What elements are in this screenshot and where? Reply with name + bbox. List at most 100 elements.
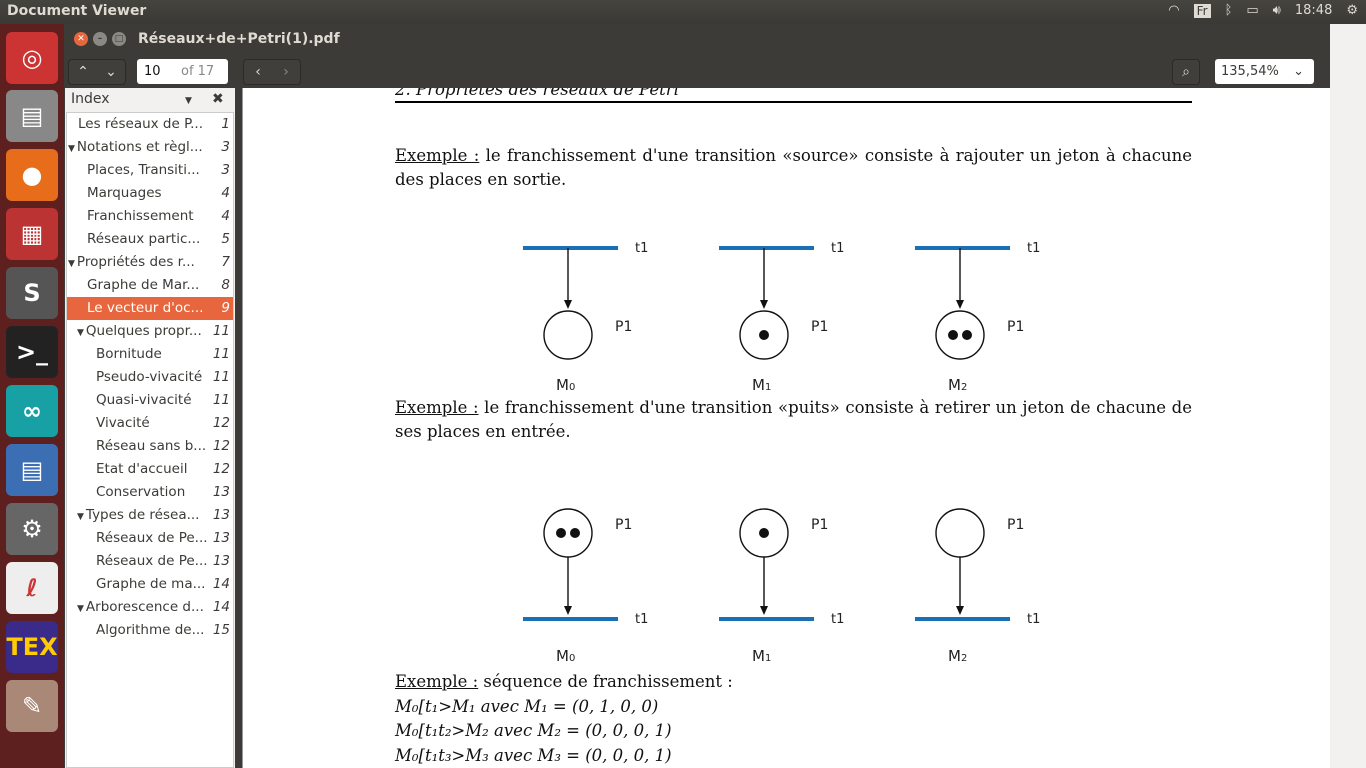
index-item-label: Les réseaux de P...: [78, 116, 204, 132]
expander-triangle-icon[interactable]: ▼: [77, 328, 84, 338]
system-monitor-icon[interactable]: ▦: [6, 208, 58, 260]
next-page-button[interactable]: ⌄: [97, 60, 125, 84]
sequence-line: M₀[t₁t₃>M₃ avec M₃ = (0, 0, 0, 1): [395, 745, 672, 765]
battery-icon[interactable]: ▭: [1246, 3, 1258, 18]
example-label: Exemple :: [395, 146, 480, 165]
arrowhead: [564, 300, 572, 309]
index-item-label: Quasi-vivacité: [96, 392, 192, 408]
sidebar-mode-label[interactable]: Index: [71, 91, 110, 107]
place-label: P1: [811, 319, 828, 335]
token: [948, 330, 958, 340]
writer-icon[interactable]: ▤: [6, 444, 58, 496]
index-item[interactable]: Conservation 13: [67, 481, 233, 504]
history-forward-button[interactable]: ›: [272, 60, 300, 84]
previous-page-button[interactable]: ⌃: [69, 60, 97, 84]
chevron-down-icon: ⌄: [1293, 64, 1304, 79]
page-number-input[interactable]: 10 of 17: [137, 59, 228, 84]
wifi-icon[interactable]: ◠: [1168, 3, 1179, 18]
background-window: [1330, 24, 1366, 768]
index-item[interactable]: Franchissement 4: [67, 205, 233, 228]
close-sidebar-icon[interactable]: ✖: [212, 91, 224, 107]
ubuntu-dash-icon[interactable]: ◎: [6, 32, 58, 84]
marking-label: M1: [752, 647, 771, 665]
index-item-page: 12: [212, 461, 230, 477]
index-item-page: 11: [212, 392, 230, 408]
index-item-page: 12: [212, 415, 230, 431]
expander-triangle-icon[interactable]: ▼: [68, 144, 75, 154]
index-item[interactable]: Marquages 4: [67, 182, 233, 205]
index-item[interactable]: Vivacité 12: [67, 412, 233, 435]
index-item[interactable]: Le vecteur d'oc... 9: [67, 297, 233, 320]
example-text: le franchissement d'une transition «puit…: [395, 398, 1192, 441]
example-2: Exemple : le franchissement d'une transi…: [395, 396, 1192, 444]
figure-sink-transition: t1 P1 M0 t1 P1 M1 t1 P1 M2: [523, 508, 1040, 665]
arduino-icon[interactable]: ∞: [6, 385, 58, 437]
index-item-label: Franchissement: [87, 208, 194, 224]
index-item-page: 1: [221, 116, 230, 132]
close-window-button[interactable]: ✕: [74, 32, 88, 46]
terminal-icon[interactable]: >_: [6, 326, 58, 378]
figure-source-transition: t1 P1 M0 t1 P1 M1 t1 P1 M2: [523, 241, 1040, 394]
system-settings-icon[interactable]: ⚙: [6, 503, 58, 555]
volume-icon[interactable]: 🔊︎: [1273, 3, 1281, 18]
expander-triangle-icon[interactable]: ▼: [77, 604, 84, 614]
index-item[interactable]: Places, Transiti... 3: [67, 159, 233, 182]
index-item[interactable]: Réseaux de Pe... 13: [67, 550, 233, 573]
maximize-button[interactable]: □: [112, 32, 126, 46]
page-current[interactable]: 10: [137, 64, 161, 79]
expander-triangle-icon[interactable]: ▼: [77, 512, 84, 522]
token: [759, 528, 769, 538]
index-item[interactable]: Réseaux de Pe... 13: [67, 527, 233, 550]
document-page: 2. Propriétés des réseaux de Petri Exemp…: [242, 88, 1330, 768]
expander-triangle-icon[interactable]: ▼: [68, 259, 75, 269]
index-item[interactable]: Pseudo-vivacité 11: [67, 366, 233, 389]
index-item-page: 3: [221, 162, 230, 178]
index-item[interactable]: ▼ Arborescence d... 14: [67, 596, 233, 619]
index-item[interactable]: ▼ Quelques propr... 11: [67, 320, 233, 343]
keyboard-layout-indicator[interactable]: Fr: [1193, 3, 1211, 18]
index-tree: Les réseaux de P... 1 ▼ Notations et règl..…: [66, 112, 234, 768]
gimp-icon[interactable]: ✎: [6, 680, 58, 732]
index-item[interactable]: Quasi-vivacité 11: [67, 389, 233, 412]
index-item[interactable]: Les réseaux de P... 1: [67, 113, 233, 136]
index-item[interactable]: Graphe de Mar... 8: [67, 274, 233, 297]
clock[interactable]: 18:48: [1295, 3, 1332, 18]
index-item[interactable]: Bornitude 11: [67, 343, 233, 366]
index-item[interactable]: Réseaux partic... 5: [67, 228, 233, 251]
transition-label: t1: [1027, 612, 1040, 627]
history-back-button[interactable]: ‹: [244, 60, 272, 84]
index-item-page: 4: [221, 208, 230, 224]
sublime-text-icon[interactable]: S: [6, 267, 58, 319]
app-title: Document Viewer: [7, 3, 147, 19]
texmaker-icon[interactable]: TEX: [6, 621, 58, 673]
bluetooth-icon[interactable]: ᛒ: [1225, 3, 1233, 18]
index-item-label: Conservation: [96, 484, 186, 500]
index-item[interactable]: ▼ Propriétés des r... 7: [67, 251, 233, 274]
index-item-label: Graphe de Mar...: [87, 277, 200, 293]
arrowhead: [564, 606, 572, 615]
zoom-select[interactable]: 135,54% ⌄: [1215, 59, 1314, 84]
settings-gear-icon[interactable]: ⚙: [1346, 3, 1358, 18]
zoom-value: 135,54%: [1221, 64, 1279, 79]
index-item[interactable]: ▼ Notations et règl... 3: [67, 136, 233, 159]
index-item-label: Pseudo-vivacité: [96, 369, 203, 385]
index-item[interactable]: ▼ Types de résea... 13: [67, 504, 233, 527]
index-item-label: Places, Transiti...: [87, 162, 200, 178]
minimize-button[interactable]: –: [93, 32, 107, 46]
index-item[interactable]: Algorithme de... 15: [67, 619, 233, 642]
dropdown-arrow-icon[interactable]: ▼: [185, 96, 192, 106]
index-item-page: 8: [221, 277, 230, 293]
index-item[interactable]: Graphe de ma... 14: [67, 573, 233, 596]
files-icon[interactable]: ▤: [6, 90, 58, 142]
search-icon[interactable]: ⌕: [1173, 60, 1199, 84]
sequence-line: M₀[t₁>M₁ avec M₁ = (0, 1, 0, 0): [395, 696, 659, 716]
example-3: Exemple : séquence de franchissement : M…: [395, 670, 1192, 768]
index-item[interactable]: Etat d'accueil 12: [67, 458, 233, 481]
index-item-page: 5: [221, 231, 230, 247]
index-item[interactable]: Réseau sans b... 12: [67, 435, 233, 458]
transition-label: t1: [831, 241, 844, 256]
document-viewer-icon[interactable]: ℓ: [6, 562, 58, 614]
firefox-icon[interactable]: ●: [6, 149, 58, 201]
marking-label: M0: [556, 376, 575, 394]
place: [935, 508, 985, 558]
